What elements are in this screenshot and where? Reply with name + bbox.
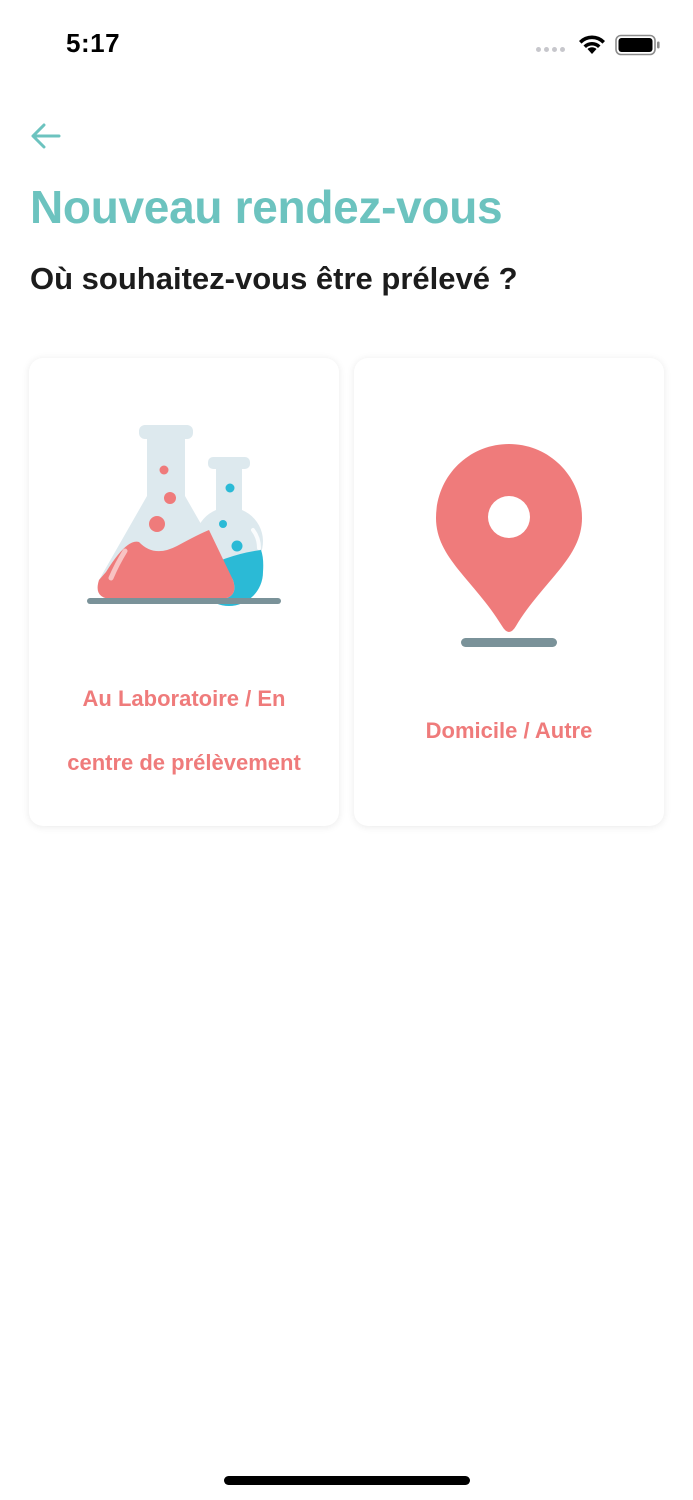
arrow-left-icon (31, 123, 61, 149)
option-card-home[interactable]: Domicile / Autre (354, 358, 664, 826)
signal-icon (536, 47, 565, 52)
page-subtitle: Où souhaitez-vous être prélevé ? (30, 261, 518, 296)
option-label: Domicile / Autre (425, 718, 593, 743)
option-label-line2: centre de prélèvement (67, 750, 301, 775)
battery-icon (615, 34, 660, 56)
status-time: 5:17 (66, 28, 121, 58)
status-bar: 5:17 (0, 0, 693, 90)
option-label-line1: Au Laboratoire / En (82, 686, 286, 711)
back-button[interactable] (26, 116, 66, 156)
wifi-icon (579, 35, 605, 54)
lab-flasks-icon (87, 425, 281, 606)
page-title: Nouveau rendez-vous (30, 181, 503, 233)
home-indicator[interactable] (224, 1476, 470, 1485)
option-card-laboratory[interactable]: Au Laboratoire / En centre de prélèvemen… (29, 358, 339, 826)
location-pin-icon (436, 444, 582, 647)
